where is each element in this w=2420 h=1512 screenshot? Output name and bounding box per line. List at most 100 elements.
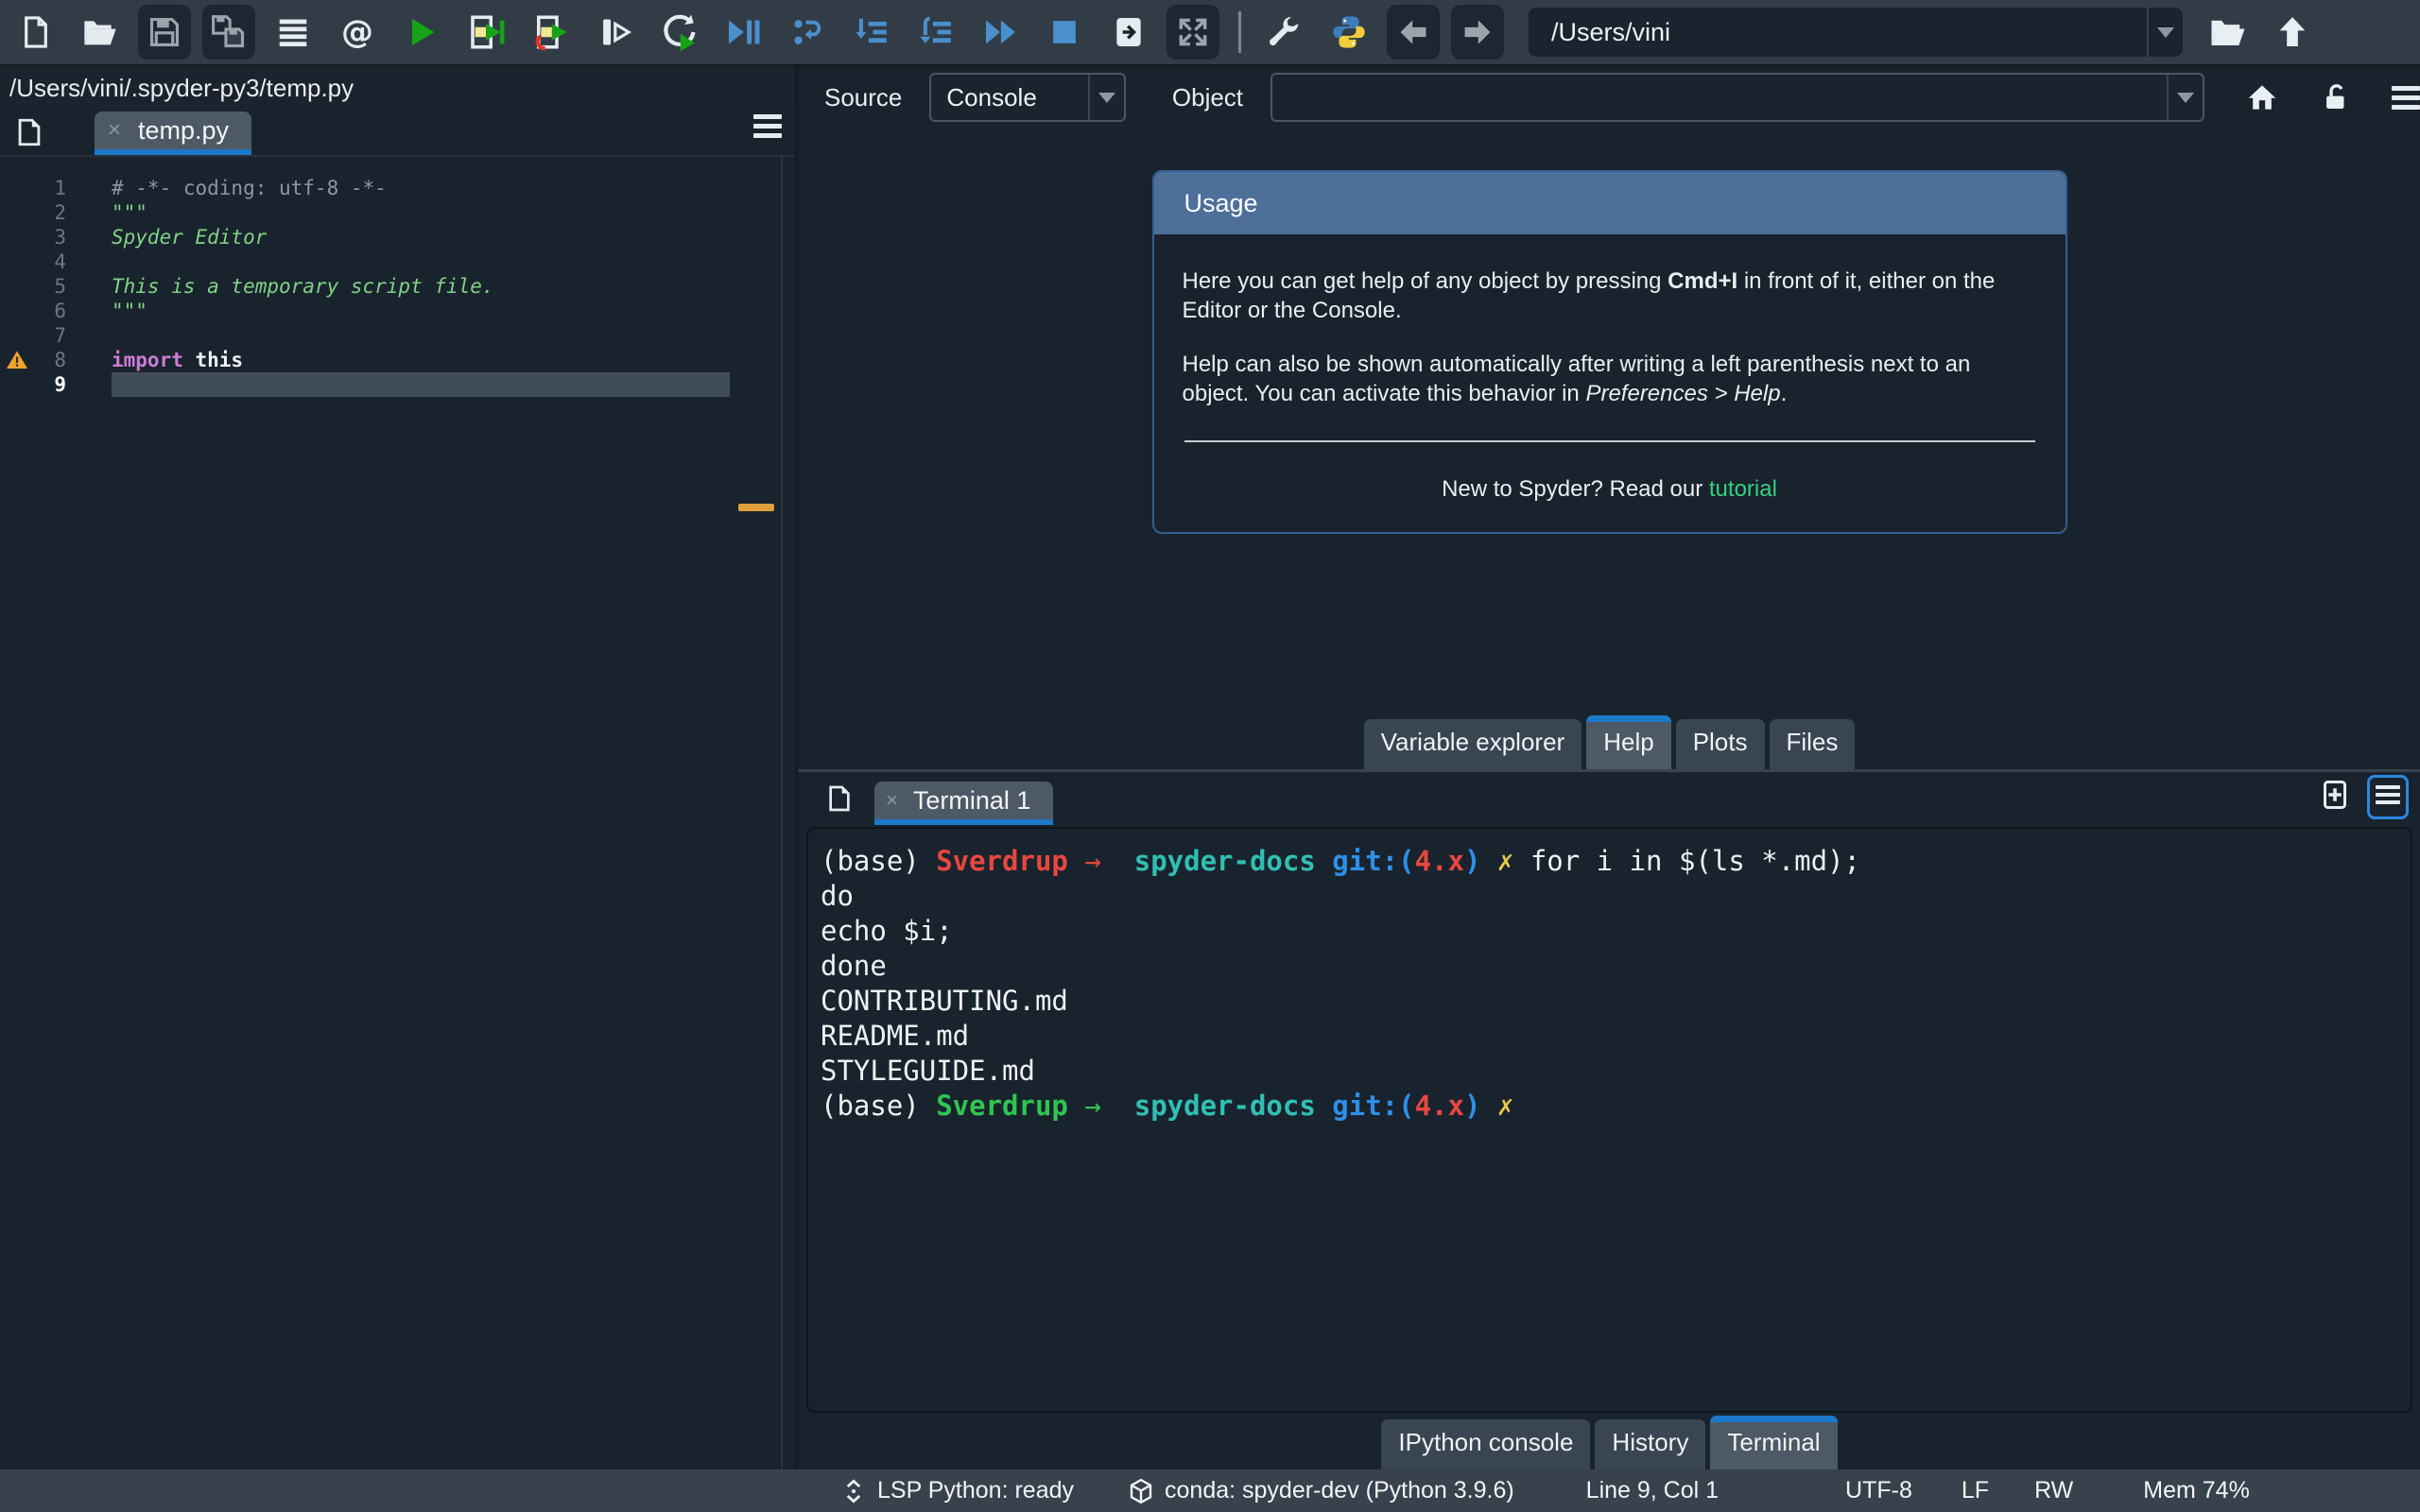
code-editor[interactable]: 1 # -*- coding: utf-8 -*- 2 """ 3 Spyder Edit… — [0, 157, 795, 1469]
terminal-output[interactable]: (base) Sverdrup → spyder-docs git:(4.x) … — [806, 827, 2412, 1413]
parent-directory-button[interactable] — [2266, 5, 2319, 60]
unlock-icon — [2326, 84, 2344, 110]
usage-footer: New to Spyder? Read our tutorial — [1442, 476, 1777, 502]
browse-tabs-button[interactable] — [8, 112, 51, 153]
line-number: 7 — [54, 324, 66, 347]
working-directory-combobox[interactable]: /Users/vini — [1529, 8, 2183, 57]
maximize-pane-icon — [1111, 14, 1147, 50]
debug-step-into-button[interactable] — [845, 5, 898, 60]
file-path-label: /Users/vini/.spyder-py3/temp.py — [9, 73, 354, 102]
preferences-button[interactable] — [1258, 5, 1311, 60]
run-cell-advance-button[interactable] — [524, 5, 577, 60]
pane-tab-help[interactable]: Help — [1586, 715, 1671, 769]
code-line-8[interactable]: 8 import this — [0, 348, 795, 372]
run-cell-advance-icon — [530, 12, 570, 52]
editor-scrollbar[interactable] — [781, 157, 795, 1469]
debug-run-line-icon — [789, 14, 825, 50]
save-all-button[interactable] — [202, 5, 255, 60]
home-icon — [2248, 85, 2276, 110]
usage-paragraph-2: Help can also be shown automatically aft… — [1182, 352, 1971, 406]
forward-button[interactable] — [1451, 5, 1504, 60]
run-file-button[interactable] — [395, 5, 448, 60]
usage-paragraph-1: Here you can get help of any object by p… — [1182, 268, 1996, 323]
code-line-5[interactable]: 5 This is a temporary script file. — [0, 274, 795, 299]
help-header: Source Console Object — [799, 66, 2420, 129]
new-terminal-button[interactable] — [2318, 778, 2352, 816]
encoding-status: UTF-8 — [1845, 1477, 1912, 1503]
pane-tab-ipython-console[interactable]: IPython console — [1381, 1419, 1591, 1469]
line-number: 2 — [54, 201, 66, 224]
object-dropdown[interactable] — [2167, 75, 2203, 120]
file-switcher-button[interactable] — [267, 5, 320, 60]
working-directory-dropdown[interactable] — [2147, 8, 2183, 57]
run-cell-icon — [466, 12, 506, 52]
debug-stop-button[interactable] — [1038, 5, 1091, 60]
code-line-2[interactable]: 2 """ — [0, 200, 795, 225]
chevron-down-icon — [2157, 26, 2174, 38]
code-line-3[interactable]: 3 Spyder Editor — [0, 225, 795, 249]
cursor-position: Line 9, Col 1 — [1585, 1477, 1720, 1503]
object-combobox[interactable] — [1270, 73, 2204, 122]
pane-tab-history[interactable]: History — [1595, 1419, 1706, 1469]
lock-button[interactable] — [2320, 81, 2352, 113]
open-directory-button[interactable] — [2202, 5, 2255, 60]
rerun-cell-button[interactable] — [652, 5, 705, 60]
tutorial-link[interactable]: tutorial — [1709, 476, 1777, 502]
right-top-pane-tabs: Variable explorer Help Plots Files — [799, 713, 2420, 769]
save-icon — [147, 14, 182, 50]
preferences-path-text: Preferences > Help — [1585, 381, 1781, 406]
debug-file-button[interactable] — [717, 5, 769, 60]
find-symbol-button[interactable]: @ — [331, 5, 384, 60]
package-icon — [1130, 1478, 1152, 1503]
debug-step-return-button[interactable] — [909, 5, 962, 60]
pane-tab-variable-explorer[interactable]: Variable explorer — [1363, 719, 1582, 769]
back-button[interactable] — [1387, 5, 1440, 60]
run-cell-button[interactable] — [459, 5, 512, 60]
new-file-icon — [18, 14, 54, 50]
terminal-options-button[interactable] — [2367, 775, 2409, 819]
editor-tab-label: temp.py — [138, 115, 230, 145]
home-button[interactable] — [2244, 79, 2280, 115]
code-line-1[interactable]: 1 # -*- coding: utf-8 -*- — [0, 176, 795, 200]
line-number: 1 — [54, 177, 66, 199]
python-env-button[interactable] — [1322, 5, 1375, 60]
code-line-6[interactable]: 6 """ — [0, 299, 795, 323]
pane-tab-plots[interactable]: Plots — [1675, 719, 1765, 769]
terminal-line: echo $i; — [821, 915, 953, 947]
main-split: /Users/vini/.spyder-py3/temp.py × temp.p… — [0, 66, 2420, 1469]
close-icon[interactable]: × — [108, 117, 121, 144]
fullscreen-button[interactable] — [1167, 5, 1219, 60]
code-text: """ — [112, 201, 147, 224]
pane-tab-files[interactable]: Files — [1769, 719, 1856, 769]
warning-scroll-marker[interactable] — [738, 504, 774, 511]
help-content: Usage Here you can get help of any objec… — [799, 129, 2420, 713]
object-label: Object — [1171, 82, 1244, 112]
code-line-7[interactable]: 7 — [0, 323, 795, 348]
debug-run-line-button[interactable] — [781, 5, 834, 60]
line-number: 4 — [54, 250, 66, 273]
editor-tab-temp-py[interactable]: × temp.py — [95, 112, 252, 155]
close-icon[interactable]: × — [886, 788, 898, 813]
python-env-icon — [1330, 13, 1368, 51]
code-line-9[interactable]: 9 — [0, 372, 795, 397]
terminal-line: done — [821, 950, 887, 982]
save-button[interactable] — [138, 5, 191, 60]
code-line-4[interactable]: 4 — [0, 249, 795, 274]
editor-options-button[interactable] — [753, 110, 782, 147]
right-bottom-pane-tabs: IPython console History Terminal — [799, 1413, 2420, 1469]
source-dropdown[interactable] — [1087, 75, 1124, 120]
run-selection-button[interactable] — [588, 5, 641, 60]
shortcut-text: Cmd+I — [1668, 268, 1738, 294]
code-text: # -*- coding: utf-8 -*- — [112, 177, 387, 199]
debug-continue-button[interactable] — [974, 5, 1027, 60]
open-file-button[interactable] — [74, 5, 127, 60]
usage-card-title: Usage — [1153, 172, 2066, 234]
terminal-tab[interactable]: × Terminal 1 — [874, 782, 1054, 825]
browse-tabs-button[interactable] — [818, 778, 861, 819]
source-combobox[interactable]: Console — [929, 73, 1126, 122]
help-options-button[interactable] — [2392, 81, 2420, 114]
maximize-pane-button[interactable] — [1102, 5, 1155, 60]
pane-tab-terminal[interactable]: Terminal — [1710, 1416, 1838, 1469]
new-file-button[interactable] — [9, 5, 62, 60]
spyder-window: @ /Users/vini /Users/vini/.spyder-py3/te… — [0, 0, 2420, 1512]
